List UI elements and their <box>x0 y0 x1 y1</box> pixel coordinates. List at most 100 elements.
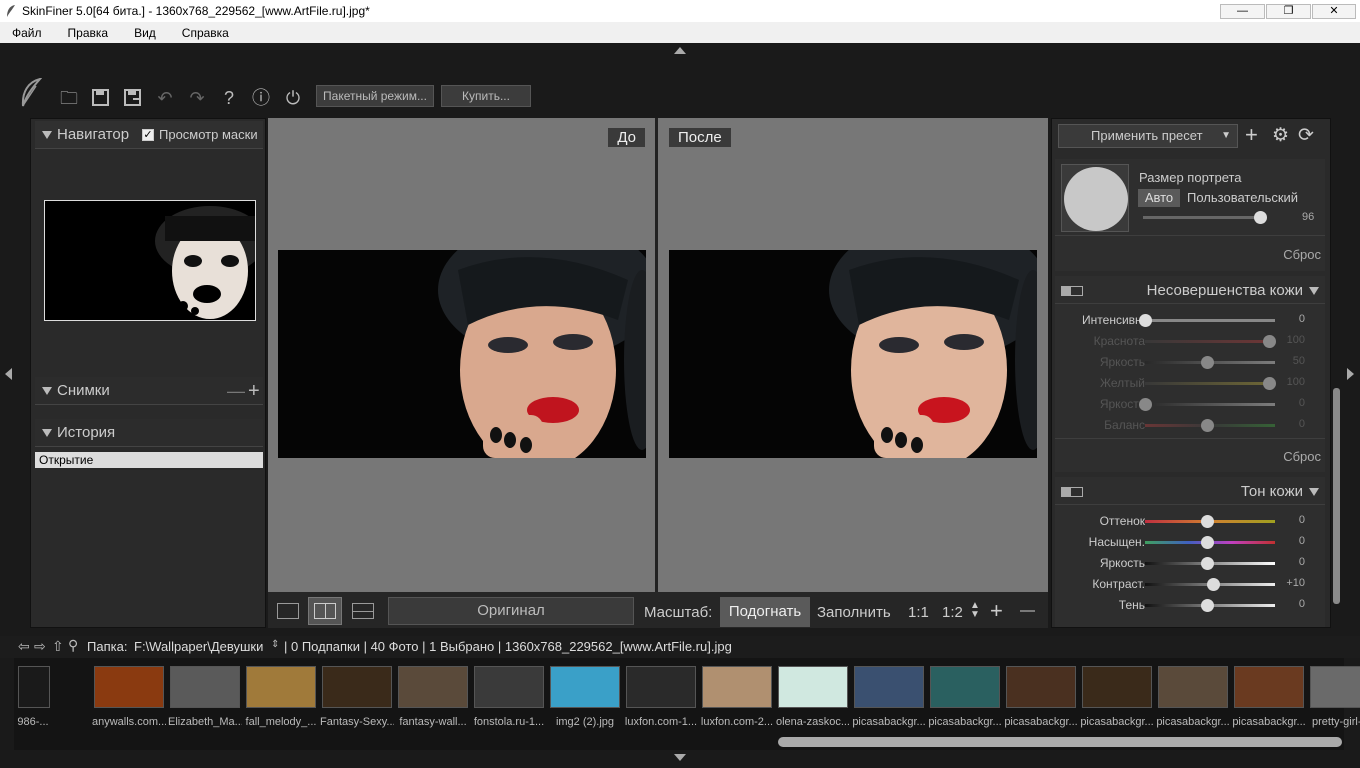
folder-path[interactable]: F:\Wallpaper\Девушки <box>134 639 263 654</box>
filmstrip-label[interactable]: picasabackgr... <box>928 716 1002 728</box>
tone-slider-knob[interactable] <box>1201 515 1214 528</box>
batch-mode-button[interactable]: Пакетный режим... <box>316 85 434 107</box>
right-panel-scrollbar-thumb[interactable] <box>1333 388 1340 604</box>
filmstrip-thumbnail[interactable] <box>246 666 316 708</box>
skin-slider-knob[interactable] <box>1201 356 1214 369</box>
filmstrip-thumbnail[interactable] <box>1006 666 1076 708</box>
toggle-icon[interactable] <box>1061 286 1083 296</box>
zoom-out-button[interactable]: — <box>1020 602 1035 619</box>
expand-triangle-icon[interactable] <box>42 429 52 437</box>
close-button[interactable]: ✕ <box>1312 4 1356 19</box>
filmstrip-label[interactable]: fall_melody_... <box>244 716 318 728</box>
filmstrip-scrollbar[interactable] <box>778 737 1342 747</box>
tone-slider-knob[interactable] <box>1201 557 1214 570</box>
skin-slider-knob[interactable] <box>1263 377 1276 390</box>
skin-slider-knob[interactable] <box>1201 419 1214 432</box>
filmstrip-thumbnail[interactable] <box>1158 666 1228 708</box>
zoom-1-1-button[interactable]: 1:1 <box>908 604 929 621</box>
tone-slider-knob[interactable] <box>1207 578 1221 591</box>
help-icon[interactable]: ? <box>219 88 239 108</box>
filmstrip-thumbnail[interactable] <box>170 666 240 708</box>
filmstrip-label[interactable]: picasabackgr... <box>1156 716 1230 728</box>
filmstrip-label[interactable]: luxfon.com-2... <box>700 716 774 728</box>
save-as-icon[interactable] <box>124 89 141 106</box>
fit-button[interactable]: Подогнать <box>720 597 810 627</box>
skin-section-header[interactable]: Несовершенства кожи <box>1055 276 1325 304</box>
filmstrip-label[interactable]: pretty-girl-w... <box>1308 716 1360 728</box>
filmstrip-label[interactable]: picasabackgr... <box>1232 716 1306 728</box>
skin-slider-track[interactable] <box>1145 403 1275 406</box>
save-icon[interactable] <box>92 89 109 106</box>
expand-triangle-icon[interactable] <box>1309 488 1319 496</box>
filmstrip-thumbnail[interactable] <box>322 666 392 708</box>
expand-triangle-icon[interactable] <box>1309 287 1319 295</box>
history-header[interactable]: История <box>35 419 263 447</box>
filmstrip-label[interactable]: Elizabeth_Ma... <box>168 716 242 728</box>
filmstrip-thumbnail[interactable] <box>398 666 468 708</box>
filmstrip-label[interactable]: picasabackgr... <box>852 716 926 728</box>
filmstrip-label[interactable]: picasabackgr... <box>1080 716 1154 728</box>
filmstrip-thumbnail[interactable] <box>550 666 620 708</box>
menu-edit[interactable]: Правка <box>68 26 109 40</box>
filmstrip-label[interactable]: Fantasy-Sexy... <box>320 716 394 728</box>
info-icon[interactable]: ⓘ <box>251 88 271 108</box>
split-horizontal-view-icon[interactable] <box>352 603 374 619</box>
filmstrip-thumbnail[interactable] <box>626 666 696 708</box>
menu-view[interactable]: Вид <box>134 26 156 40</box>
filmstrip-thumbnail[interactable] <box>1234 666 1304 708</box>
redo-icon[interactable]: ↷ <box>187 88 207 108</box>
back-arrow-icon[interactable]: ⇦ <box>18 638 30 655</box>
up-arrow-icon[interactable]: ⇧ <box>52 638 64 655</box>
single-view-icon[interactable] <box>277 603 299 619</box>
search-icon[interactable]: ⚲ <box>68 637 78 654</box>
gear-icon[interactable]: ⚙ <box>1272 124 1289 147</box>
skin-slider-track[interactable] <box>1145 319 1275 322</box>
custom-button[interactable]: Пользовательский <box>1187 190 1298 205</box>
filmstrip-thumbnail[interactable] <box>702 666 772 708</box>
collapse-right-icon[interactable] <box>1347 368 1354 380</box>
before-pane[interactable]: До <box>268 118 655 592</box>
undo-icon[interactable]: ↶ <box>155 88 175 108</box>
plugin-icon[interactable]: ⏻ <box>283 88 303 108</box>
collapse-bottom-icon[interactable] <box>674 754 686 761</box>
filmstrip-label[interactable]: luxfon.com-1... <box>624 716 698 728</box>
tone-section-header[interactable]: Тон кожи <box>1055 477 1325 505</box>
navigator-thumbnail[interactable] <box>44 200 256 321</box>
portrait-slider-knob[interactable] <box>1254 211 1268 224</box>
toggle-icon[interactable] <box>1061 487 1083 497</box>
remove-snapshot-icon[interactable]: — <box>227 377 245 405</box>
filmstrip-thumbnail[interactable] <box>474 666 544 708</box>
menu-file[interactable]: Файл <box>12 26 42 40</box>
zoom-stepper-icon[interactable]: ▲ ▼ <box>970 601 980 620</box>
filmstrip-thumbnail[interactable] <box>18 666 50 708</box>
minimize-button[interactable]: — <box>1220 4 1265 19</box>
filmstrip-thumbnail[interactable] <box>1310 666 1360 708</box>
path-dropdown-icon[interactable]: ⇕ <box>271 639 279 650</box>
zoom-1-2-button[interactable]: 1:2 <box>942 604 963 621</box>
add-snapshot-icon[interactable]: + <box>248 377 260 405</box>
forward-arrow-icon[interactable]: ⇨ <box>34 638 46 655</box>
auto-button[interactable]: Авто <box>1138 189 1180 207</box>
collapse-top-icon[interactable] <box>674 47 686 54</box>
skin-slider-track[interactable] <box>1145 340 1275 343</box>
filmstrip-label[interactable]: anywalls.com... <box>92 716 166 728</box>
portrait-reset-button[interactable]: Сброс <box>1283 247 1321 262</box>
split-vertical-view-icon[interactable] <box>308 597 342 625</box>
portrait-slider-track[interactable] <box>1143 216 1265 219</box>
preset-dropdown[interactable]: Применить пресет ▼ <box>1058 124 1238 148</box>
skin-slider-knob[interactable] <box>1263 335 1276 348</box>
filmstrip-label[interactable]: olena-zaskoc... <box>776 716 850 728</box>
buy-button[interactable]: Купить... <box>441 85 531 107</box>
original-button[interactable]: Оригинал <box>388 597 634 625</box>
skin-reset-button[interactable]: Сброс <box>1283 449 1321 464</box>
open-folder-icon[interactable]: 🗀 <box>59 88 79 108</box>
navigator-header[interactable]: Навигатор ✓ Просмотр маски <box>35 121 263 149</box>
tone-slider-knob[interactable] <box>1201 536 1214 549</box>
filmstrip-thumbnail[interactable] <box>778 666 848 708</box>
history-item[interactable]: Открытие <box>35 452 263 468</box>
add-preset-icon[interactable]: + <box>1245 122 1258 148</box>
filmstrip-label[interactable]: picasabackgr... <box>1004 716 1078 728</box>
tone-slider-knob[interactable] <box>1201 599 1214 612</box>
filmstrip-label[interactable]: 986-... <box>16 716 50 728</box>
filmstrip-thumbnail[interactable] <box>930 666 1000 708</box>
